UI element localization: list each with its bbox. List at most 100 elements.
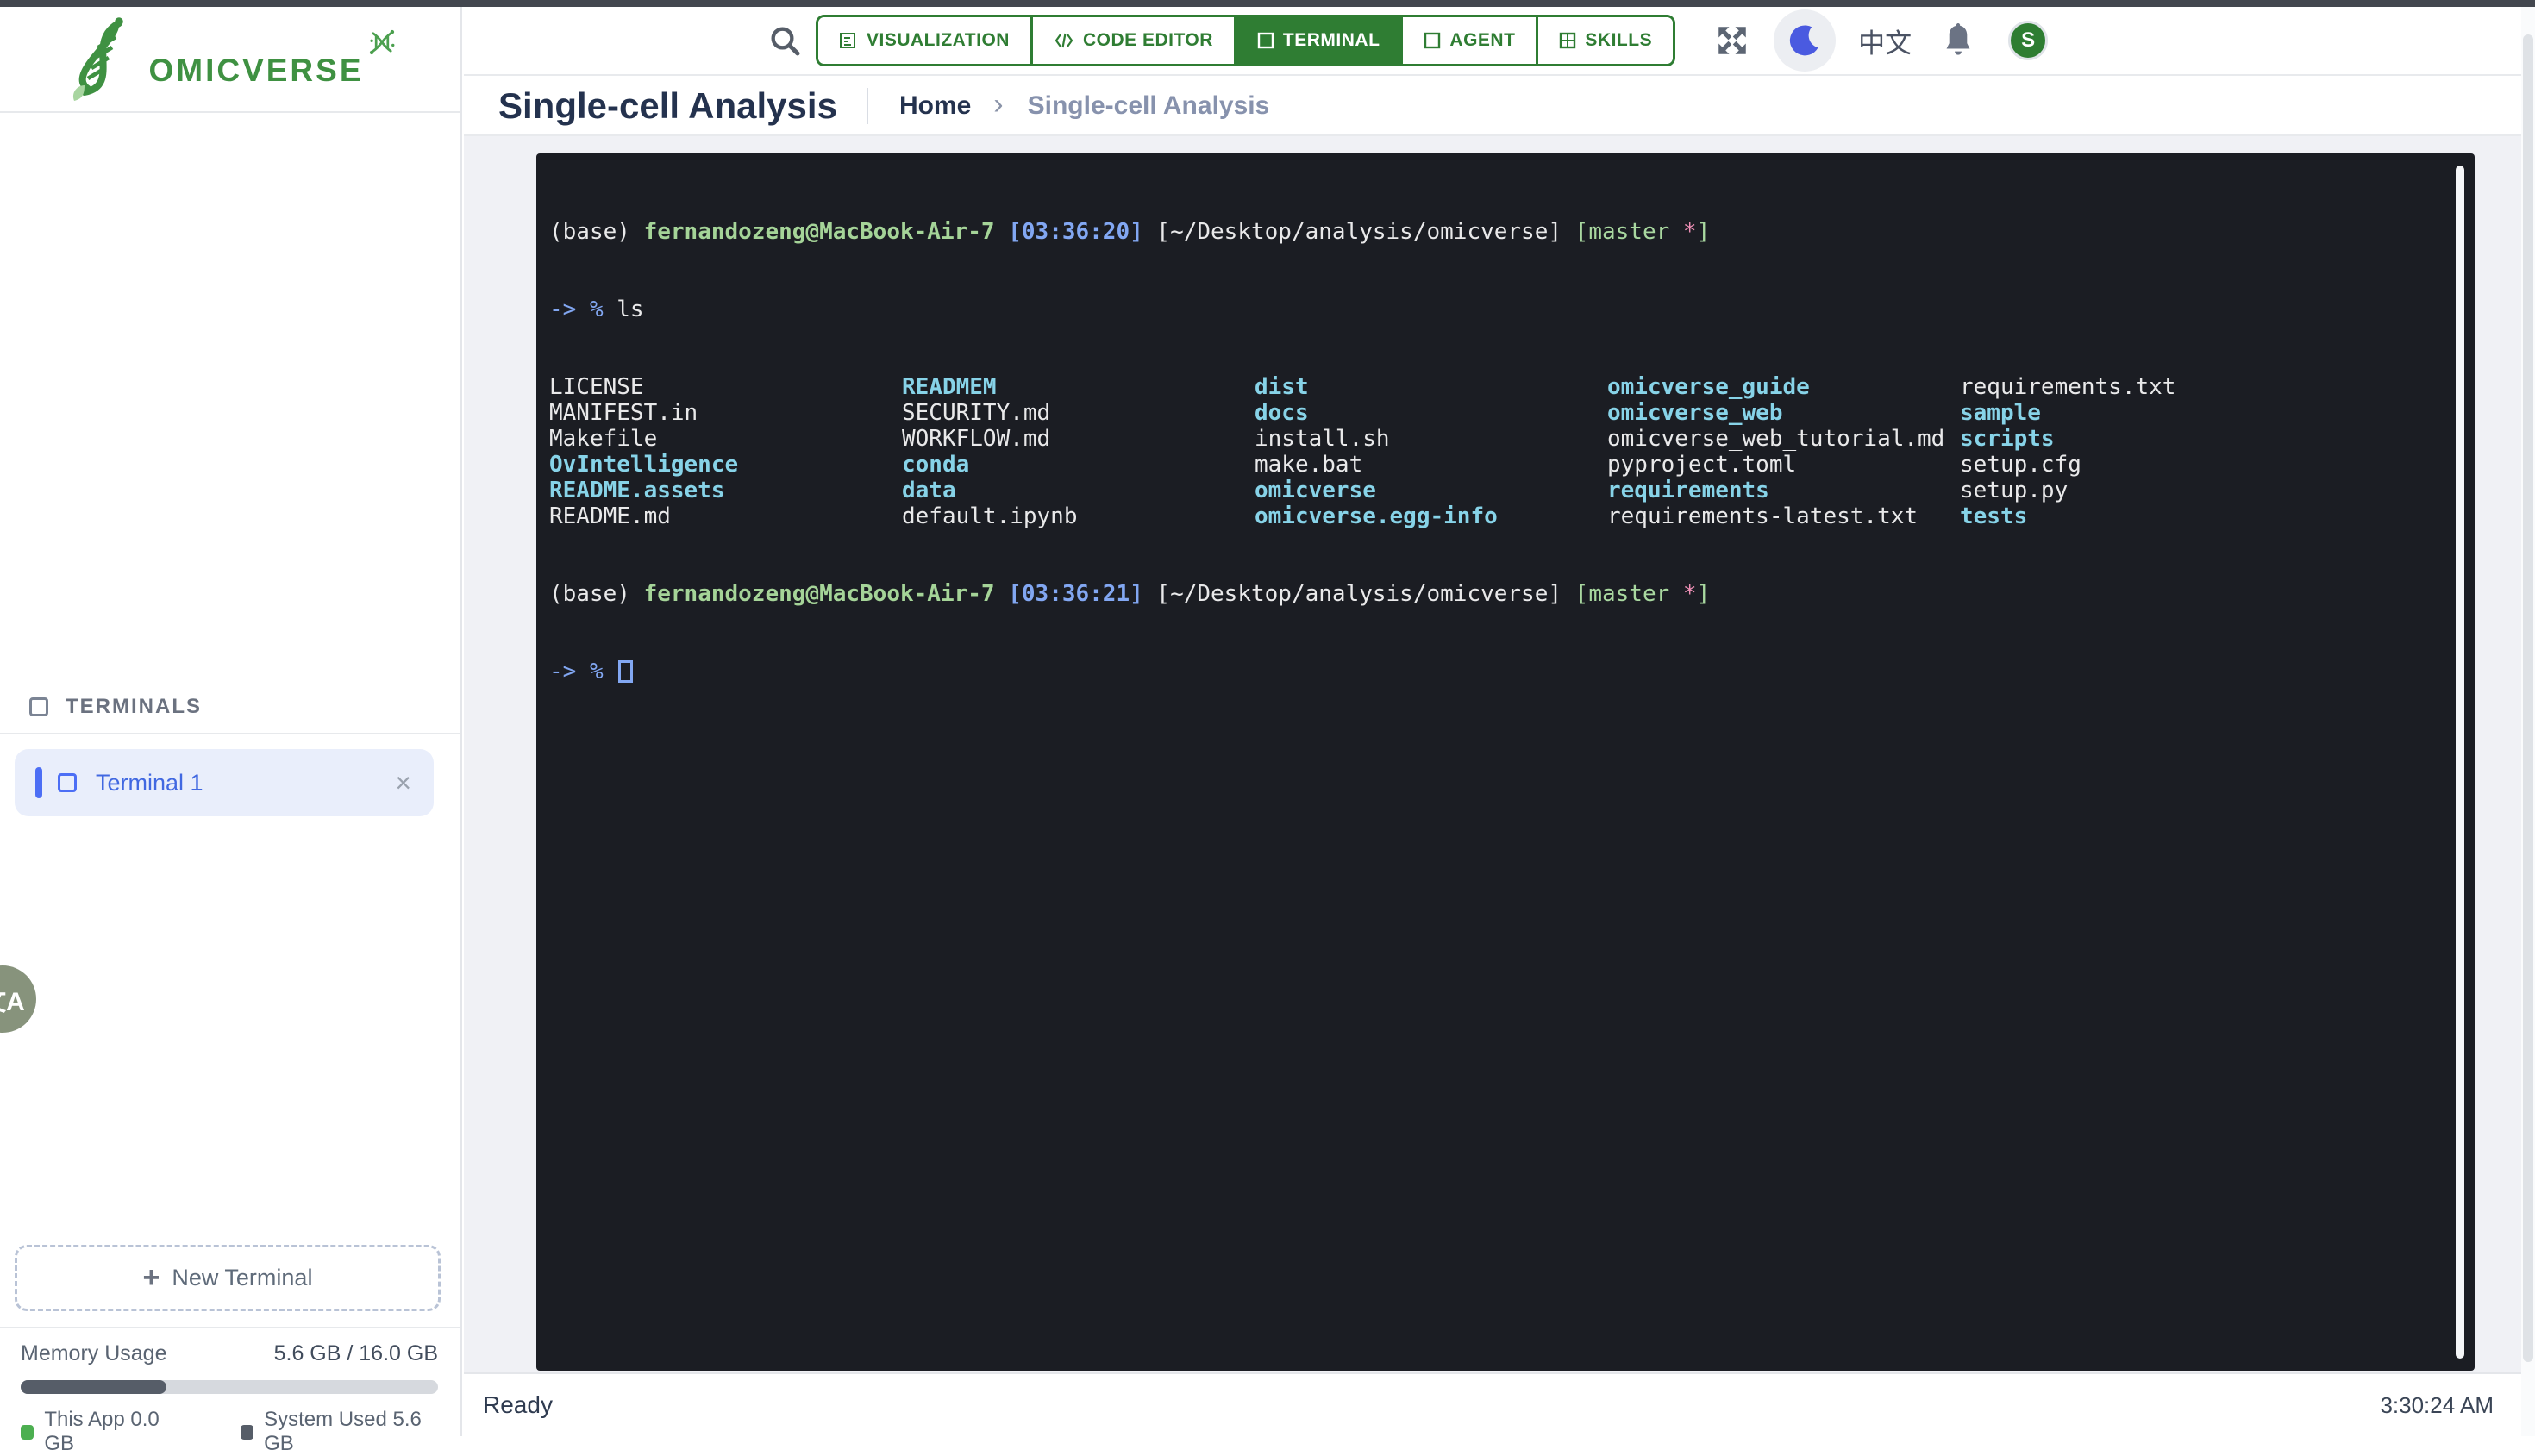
prompt-line: (base) fernandozeng@MacBook-Air-7 [03:36…	[549, 219, 2449, 245]
file-entry: make.bat	[1255, 452, 1607, 478]
terminal-cursor	[618, 660, 633, 683]
directory-entry: omicverse_guide	[1607, 374, 1960, 400]
file-entry: SECURITY.md	[902, 400, 1255, 426]
directory-entry: OvIntelligence	[549, 452, 902, 478]
logo-text: OMICVERSE	[148, 53, 363, 89]
page-scrollbar[interactable]	[2521, 7, 2535, 1436]
fullscreen-button[interactable]	[1712, 20, 1753, 61]
file-row: OvIntelligencecondamake.batpyproject.tom…	[549, 452, 2449, 478]
directory-entry: READMEM	[902, 374, 1255, 400]
directory-entry: dist	[1255, 374, 1607, 400]
code-icon	[1054, 32, 1074, 49]
file-entry: setup.cfg	[1960, 452, 2081, 478]
memory-progress-fill	[21, 1380, 166, 1394]
search-button[interactable]	[766, 22, 804, 59]
file-entry: WORKFLOW.md	[902, 426, 1255, 452]
breadcrumb-current: Single-cell Analysis	[1028, 91, 1270, 121]
new-terminal-button[interactable]: + New Terminal	[15, 1245, 441, 1311]
directory-entry: tests	[1960, 503, 2027, 529]
page-header: Single-cell Analysis Home › Single-cell …	[464, 78, 2535, 136]
file-entry: omicverse_web_tutorial.md	[1607, 426, 1960, 452]
agent-icon	[1424, 32, 1441, 49]
file-entry: LICENSE	[549, 374, 902, 400]
tab-label: CODE EDITOR	[1083, 30, 1213, 51]
ls-output: LICENSEREADMEMdistomicverse_guiderequire…	[549, 374, 2449, 529]
terminal-item-label: Terminal 1	[96, 770, 395, 797]
tab-label: TERMINAL	[1283, 30, 1380, 51]
command-line: -> % ls	[549, 297, 2449, 322]
chevron-right-icon: ›	[993, 88, 1003, 122]
directory-entry: omicverse.egg-info	[1255, 503, 1607, 529]
tab-terminal[interactable]: TERMINAL	[1236, 17, 1404, 64]
plus-icon: +	[143, 1261, 160, 1295]
sidebar-item-terminal-1[interactable]: Terminal 1 ×	[15, 749, 434, 816]
prompt-line: (base) fernandozeng@MacBook-Air-7 [03:36…	[549, 581, 2449, 607]
cursor-line: -> %	[549, 659, 2449, 684]
directory-entry: sample	[1960, 400, 2041, 426]
directory-entry: docs	[1255, 400, 1607, 426]
tab-label: SKILLS	[1585, 30, 1652, 51]
tab-label: AGENT	[1449, 30, 1515, 51]
directory-entry: omicverse_web	[1607, 400, 1960, 426]
file-entry: MANIFEST.in	[549, 400, 902, 426]
tab-skills[interactable]: SKILLS	[1538, 17, 1673, 64]
file-entry: install.sh	[1255, 426, 1607, 452]
header-actions: 中文 S	[1712, 9, 2048, 72]
directory-entry: requirements	[1607, 478, 1960, 503]
chart-icon	[839, 31, 858, 50]
terminal-window-icon	[58, 773, 77, 792]
tab-visualization[interactable]: VISUALIZATION	[818, 17, 1033, 64]
directory-entry: omicverse	[1255, 478, 1607, 503]
translate-fab[interactable]: 文A	[0, 965, 36, 1033]
sidebar: OMICVERSE TERMINALS Terminal 1 × 文A + Ne…	[0, 7, 462, 1436]
logo[interactable]: OMICVERSE	[0, 7, 460, 113]
terminals-title: TERMINALS	[66, 695, 202, 719]
view-tab-group: VISUALIZATION CODE EDITOR TERMINAL AGENT	[816, 15, 1675, 66]
terminal-scrollbar[interactable]	[2456, 166, 2464, 1359]
language-switcher[interactable]: 中文	[1858, 22, 1912, 60]
memory-progress-track	[21, 1380, 438, 1394]
terminal-output: (base) fernandozeng@MacBook-Air-7 [03:36…	[549, 167, 2449, 736]
close-terminal-icon[interactable]: ×	[395, 769, 411, 797]
page-scrollbar-thumb[interactable]	[2523, 34, 2533, 1362]
breadcrumb-home[interactable]: Home	[899, 91, 971, 121]
file-entry: requirements.txt	[1960, 374, 2175, 400]
terminals-icon	[29, 697, 48, 716]
dna-logo-icon	[64, 16, 143, 103]
directory-entry: scripts	[1960, 426, 2055, 452]
notifications-button[interactable]	[1937, 20, 1979, 61]
file-entry: README.md	[549, 503, 902, 529]
active-indicator	[35, 767, 42, 798]
divider	[867, 88, 868, 124]
divider	[0, 1327, 460, 1328]
directory-entry: data	[902, 478, 1255, 503]
terminal-icon	[1257, 32, 1274, 49]
file-row: MakefileWORKFLOW.mdinstall.shomicverse_w…	[549, 426, 2449, 452]
file-entry: pyproject.toml	[1607, 452, 1960, 478]
file-row: MANIFEST.inSECURITY.mddocsomicverse_webs…	[549, 400, 2449, 426]
dna-decor-icon	[367, 28, 397, 57]
file-row: README.assetsdataomicverserequirementsse…	[549, 478, 2449, 503]
system-legend-swatch	[241, 1425, 254, 1440]
directory-entry: README.assets	[549, 478, 902, 503]
file-entry: default.ipynb	[902, 503, 1255, 529]
dark-mode-toggle[interactable]	[1774, 9, 1836, 72]
bell-icon	[1942, 22, 1975, 59]
file-entry: requirements-latest.txt	[1607, 503, 1960, 529]
status-text: Ready	[483, 1391, 553, 1419]
search-icon	[767, 23, 802, 58]
user-avatar[interactable]: S	[2008, 21, 2048, 60]
app-legend-swatch	[21, 1425, 34, 1440]
moon-icon	[1786, 22, 1824, 59]
page-title: Single-cell Analysis	[498, 85, 837, 127]
expand-arrows-icon	[1714, 22, 1750, 59]
memory-usage-value: 5.6 GB / 16.0 GB	[274, 1341, 438, 1366]
file-row: LICENSEREADMEMdistomicverse_guiderequire…	[549, 374, 2449, 400]
system-legend-label: System Used 5.6 GB	[264, 1408, 438, 1456]
status-clock: 3:30:24 AM	[2380, 1392, 2494, 1419]
tab-code-editor[interactable]: CODE EDITOR	[1033, 17, 1236, 64]
terminal-panel[interactable]: (base) fernandozeng@MacBook-Air-7 [03:36…	[536, 153, 2475, 1371]
tab-agent[interactable]: AGENT	[1403, 17, 1538, 64]
new-terminal-label: New Terminal	[172, 1265, 312, 1291]
memory-usage-label: Memory Usage	[21, 1341, 167, 1366]
